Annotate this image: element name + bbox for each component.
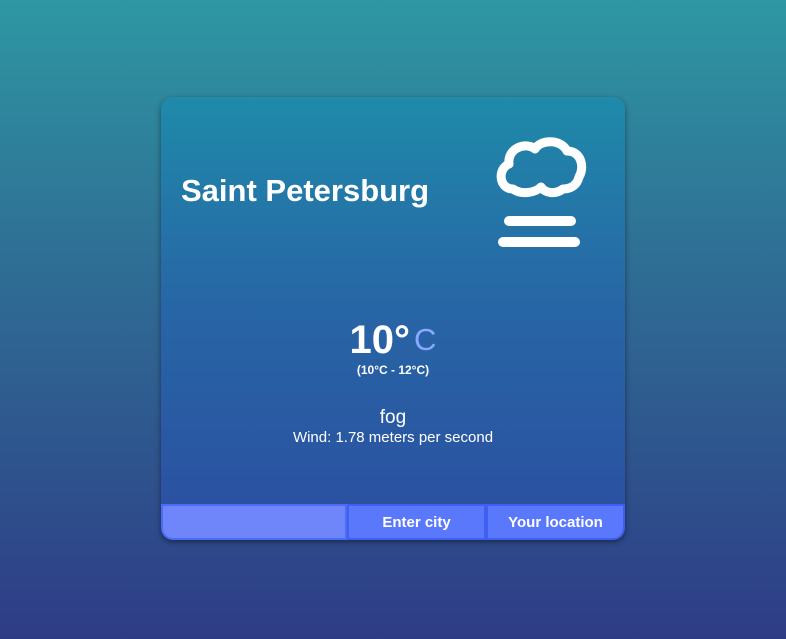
fog-icon: [491, 133, 591, 253]
controls-bar: Enter city Your location: [161, 504, 625, 540]
temperature-value: 10°: [349, 318, 411, 362]
weather-card: Saint Petersburg 10° C (10°C - 12°C) fog …: [161, 97, 625, 540]
temperature-block: 10° C (10°C - 12°C): [161, 317, 625, 377]
city-input[interactable]: [161, 504, 347, 540]
temperature-unit: C: [414, 322, 437, 357]
your-location-button[interactable]: Your location: [486, 504, 625, 540]
wind-info: Wind: 1.78 meters per second: [292, 429, 494, 446]
weather-description: fog: [379, 407, 407, 428]
enter-city-button[interactable]: Enter city: [347, 504, 486, 540]
city-name: Saint Petersburg: [181, 173, 430, 208]
description-block: fog Wind: 1.78 meters per second: [161, 407, 625, 447]
temperature-range: (10°C - 12°C): [356, 363, 430, 377]
